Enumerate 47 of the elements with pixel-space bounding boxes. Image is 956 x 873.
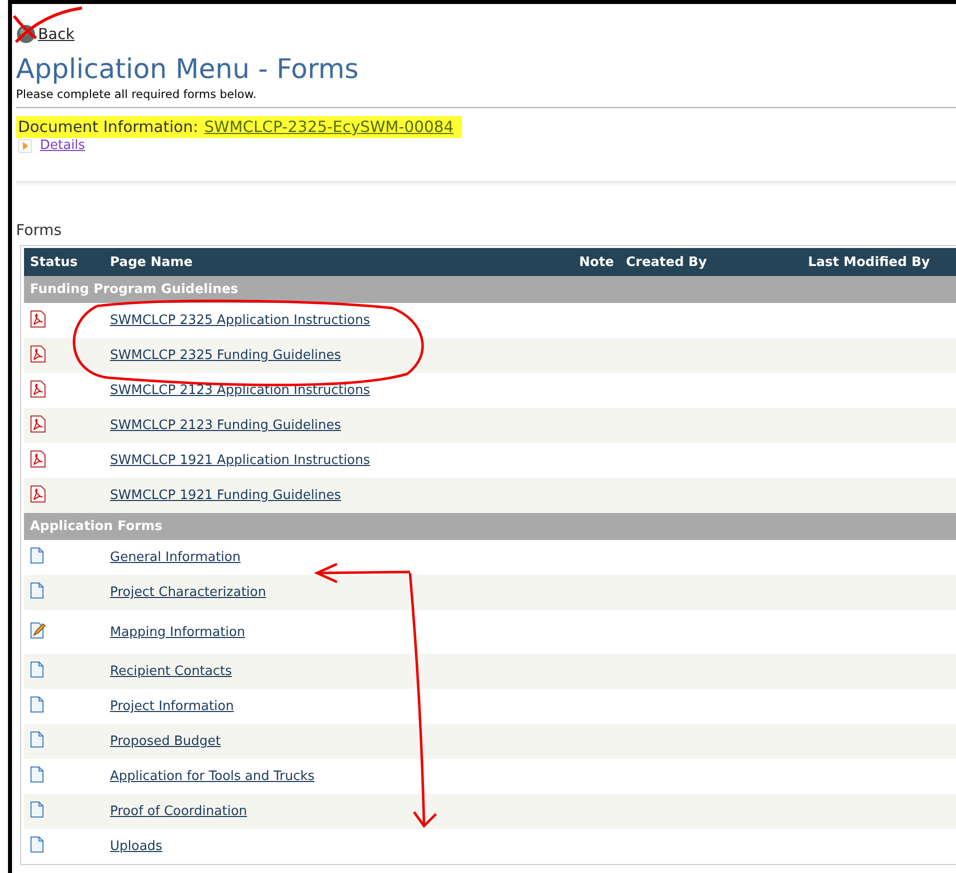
page-title: Application Menu - Forms <box>16 54 360 85</box>
group-header: Application Forms <box>24 513 956 540</box>
document-icon <box>30 661 44 678</box>
document-icon <box>30 731 44 748</box>
pdf-file-icon <box>30 484 46 502</box>
form-page-link[interactable]: General Information <box>110 550 241 565</box>
form-page-link[interactable]: Project Information <box>110 699 234 714</box>
cross-out-mark <box>12 6 82 44</box>
form-page-link[interactable]: Proof of Coordination <box>110 804 248 819</box>
form-page-link[interactable]: SWMCLCP 2325 Application Instructions <box>110 313 370 328</box>
column-header: Note <box>568 248 620 276</box>
page-subtitle: Please complete all required forms below. <box>16 87 258 101</box>
column-header: Last Modified By <box>802 248 956 276</box>
column-header: Status <box>24 248 104 276</box>
document-pencil-icon <box>30 622 46 638</box>
forms-heading: Forms <box>16 221 63 239</box>
pdf-file-icon <box>30 414 46 432</box>
back-circle-icon <box>16 24 36 44</box>
form-page-link[interactable]: Mapping Information <box>110 624 246 640</box>
document-info-label: Document Information: <box>18 118 198 136</box>
form-page-link[interactable]: Recipient Contacts <box>110 664 232 679</box>
document-icon <box>30 836 44 853</box>
pdf-file-icon <box>30 310 46 328</box>
document-icon <box>30 582 44 599</box>
pdf-file-icon <box>30 450 46 468</box>
form-page-link[interactable]: Application for Tools and Trucks <box>110 769 315 784</box>
document-icon <box>30 766 44 783</box>
document-icon <box>30 696 44 713</box>
pdf-file-icon <box>30 380 46 398</box>
details-link[interactable]: Details <box>40 138 86 153</box>
form-page-link[interactable]: SWMCLCP 1921 Application Instructions <box>110 453 370 468</box>
document-icon <box>30 801 44 818</box>
back-link[interactable]: Back <box>38 25 74 43</box>
document-icon <box>30 547 44 564</box>
pdf-file-icon <box>30 344 46 362</box>
form-page-link[interactable]: Project Characterization <box>110 585 266 600</box>
document-number-link[interactable]: SWMCLCP-2325-EcySWM-00084 <box>204 118 454 136</box>
form-page-link[interactable]: SWMCLCP 2325 Funding Guidelines <box>110 348 342 363</box>
column-header: Page Name <box>104 248 568 276</box>
form-page-link[interactable]: Proposed Budget <box>110 734 221 749</box>
column-header: Created By <box>620 248 802 276</box>
form-page-link[interactable]: SWMCLCP 2123 Application Instructions <box>110 383 370 398</box>
group-header: Funding Program Guidelines <box>24 276 956 303</box>
expand-toggle-icon[interactable] <box>18 138 32 152</box>
form-page-link[interactable]: SWMCLCP 1921 Funding Guidelines <box>110 488 342 503</box>
form-page-link[interactable]: SWMCLCP 2123 Funding Guidelines <box>110 418 342 433</box>
form-page-link[interactable]: Uploads <box>110 839 162 854</box>
